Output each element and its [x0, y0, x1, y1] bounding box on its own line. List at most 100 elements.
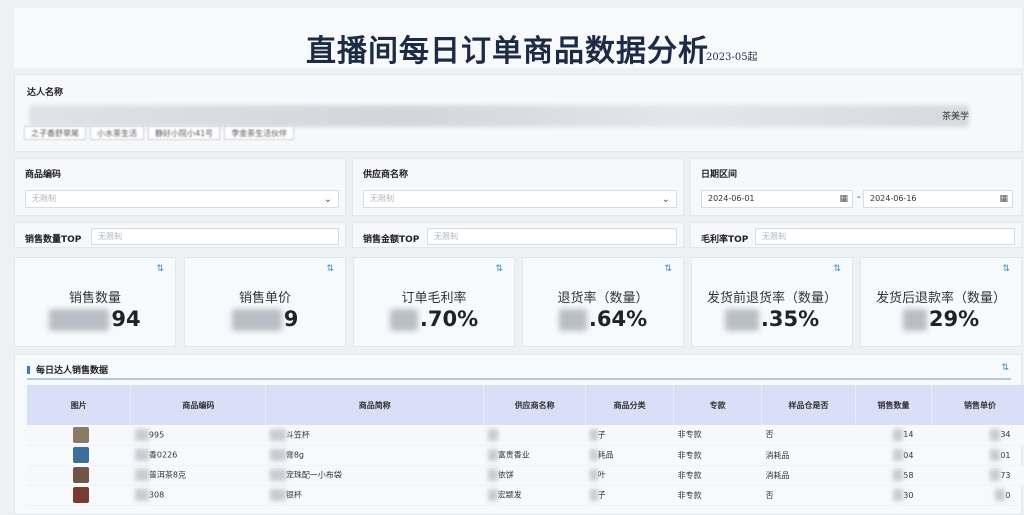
end-date-input[interactable]: 2024-06-16 ▦ [863, 190, 1013, 208]
margin-top-input[interactable]: 无限制 [755, 228, 1015, 245]
kpi-name: 退货率（数量） [557, 291, 649, 306]
blurred-cell-prefix [269, 449, 286, 461]
cell-text: 01 [1000, 450, 1011, 460]
cell-price: 0 [931, 485, 1024, 506]
cell-name: 膏8g [265, 445, 484, 466]
chevron-down-icon: ⌄ [323, 194, 332, 205]
talent-chip-row: 之子香舒草尾 小水茶生活 静好小院小41号 李金茶生活伙伴 [24, 126, 295, 140]
calendar-icon[interactable]: ▦ [999, 191, 1008, 207]
date-separator: - [857, 192, 861, 203]
start-date-input[interactable]: 2024-06-01 ▦ [701, 190, 853, 208]
product-thumbnail[interactable] [72, 467, 89, 483]
cell-exclusive: 非专款 [673, 465, 762, 486]
product-image-cell [27, 445, 131, 466]
product-image-cell [27, 425, 131, 446]
blurred-cell-prefix [589, 489, 598, 501]
cell-text: 消耗品 [765, 450, 790, 460]
export-icon[interactable]: ⇅ [664, 264, 672, 274]
table-row[interactable]: 308 银杯 宏颛发 子 非专款 否 30 0 [27, 485, 1024, 506]
export-icon[interactable]: ⇅ [156, 264, 164, 274]
cell-text: 非专款 [677, 490, 702, 500]
cell-text: 耗品 [597, 450, 614, 460]
blurred-cell-prefix [487, 428, 498, 441]
col-header[interactable]: 图片 [27, 385, 132, 425]
cell-category: 子 [585, 425, 674, 446]
col-header[interactable]: 商品编码 [130, 385, 267, 425]
cell-text: 非专款 [677, 470, 702, 480]
cell-exclusive: 非专款 [673, 485, 762, 506]
table-row[interactable]: 香0226 膏8g 富贵香业 耗品 非专款 消耗品 04 01 [27, 445, 1024, 466]
kpi-unit-price: ⇅ 销售单价 9 [184, 257, 346, 347]
sales-qty-top-input[interactable]: 无限制 [91, 228, 339, 245]
talent-chip[interactable]: 静好小院小41号 [148, 126, 221, 140]
kpi-return-rate: ⇅ 退货率（数量） .64% [522, 257, 684, 347]
chevron-down-icon: ⌄ [661, 194, 670, 205]
supplier-select[interactable]: 无限制 ⌄ [363, 190, 677, 208]
product-code-placeholder: 无限制 [32, 194, 56, 203]
title-bar: 直播间每日订单商品数据分析 2023-05起 [14, 8, 1022, 69]
cell-text: 73 [1000, 470, 1011, 480]
table-row[interactable]: 普洱茶8克 宠珠配一小布袋 依饼 叶 非专款 消耗品 58 73 [27, 465, 1024, 486]
blurred-cell-prefix [134, 428, 149, 441]
cell-supplier: 宏颛发 [483, 485, 586, 506]
table-header-row: 图片 商品编码 商品简称 供应商名称 商品分类 专款 样品仓是否 销售数量 销售… [27, 385, 1024, 425]
end-date-value: 2024-06-16 [870, 194, 917, 203]
col-header[interactable]: 销售单价 [931, 385, 1024, 425]
cell-exclusive: 非专款 [673, 425, 762, 446]
page-subtitle: 2023-05起 [706, 52, 758, 63]
daily-sales-table-panel: 每日达人销售数据 ⇅ 图片 商品编码 商品简称 供应商名称 商品分类 专款 样品… [14, 354, 1024, 515]
cell-supplier: 富贵香业 [483, 445, 586, 466]
talent-chip[interactable]: 之子香舒草尾 [24, 126, 86, 140]
sales-amount-top-input[interactable]: 无限制 [427, 228, 677, 245]
col-header[interactable]: 商品简称 [265, 385, 485, 425]
product-thumbnail[interactable] [72, 447, 89, 463]
page-title: 直播间每日订单商品数据分析 [306, 34, 709, 69]
blurred-cell-prefix [893, 449, 904, 461]
blurred-cell-prefix [487, 469, 498, 481]
cell-text: 34 [1000, 430, 1011, 440]
col-header[interactable]: 样品仓是否 [761, 385, 856, 425]
talent-options-blurred[interactable] [29, 105, 969, 127]
product-image-cell [27, 485, 131, 506]
cell-text: 银杯 [285, 490, 302, 500]
blurred-cell-prefix [134, 489, 149, 501]
kpi-value: 9 [185, 307, 345, 331]
cell-text: 14 [903, 430, 914, 440]
blurred-cell-prefix [269, 489, 286, 501]
product-code-select[interactable]: 无限制 ⌄ [25, 190, 339, 208]
cell-code: 香0226 [130, 445, 266, 466]
blurred-cell-prefix [990, 469, 1001, 481]
calendar-icon[interactable]: ▦ [839, 191, 848, 207]
export-icon[interactable]: ⇅ [833, 264, 841, 274]
export-icon[interactable]: ⇅ [1001, 363, 1009, 373]
export-icon[interactable]: ⇅ [495, 264, 503, 274]
blurred-cell-prefix [990, 449, 1001, 461]
talent-chip[interactable]: 小水茶生活 [90, 126, 144, 140]
col-header[interactable]: 商品分类 [585, 385, 675, 425]
col-header[interactable]: 销售数量 [855, 385, 932, 425]
export-icon[interactable]: ⇅ [1002, 264, 1010, 274]
cell-qty: 04 [855, 445, 932, 466]
product-thumbnail[interactable] [72, 487, 89, 503]
cell-text: 30 [903, 490, 914, 500]
cell-qty: 58 [855, 465, 932, 486]
export-icon[interactable]: ⇅ [326, 264, 334, 274]
col-header[interactable]: 专款 [673, 385, 763, 425]
talent-chip[interactable]: 李金茶生活伙伴 [224, 126, 295, 140]
kpi-name: 销售数量 [68, 291, 121, 306]
product-thumbnail[interactable] [72, 426, 89, 443]
cell-code: 995 [130, 425, 266, 446]
col-header[interactable]: 供应商名称 [483, 385, 587, 425]
cell-name: 斗笠杯 [265, 425, 484, 446]
margin-top-label: 毛利率TOP [701, 235, 749, 245]
cell-text: 非专款 [677, 450, 702, 460]
kpi-name: 发货后退款率（数量） [875, 291, 1006, 306]
cell-text: 58 [903, 470, 914, 480]
cell-code: 普洱茶8克 [130, 465, 266, 486]
blurred-cell-prefix [990, 428, 1001, 441]
blurred-cell-prefix [134, 449, 149, 461]
title-accent-bar [27, 366, 30, 374]
table-row[interactable]: 995 斗笠杯 子 非专款 否 14 34 [27, 425, 1024, 446]
cell-text: 否 [765, 490, 774, 500]
talent-tail-tag[interactable]: 茶美学 [942, 109, 969, 122]
